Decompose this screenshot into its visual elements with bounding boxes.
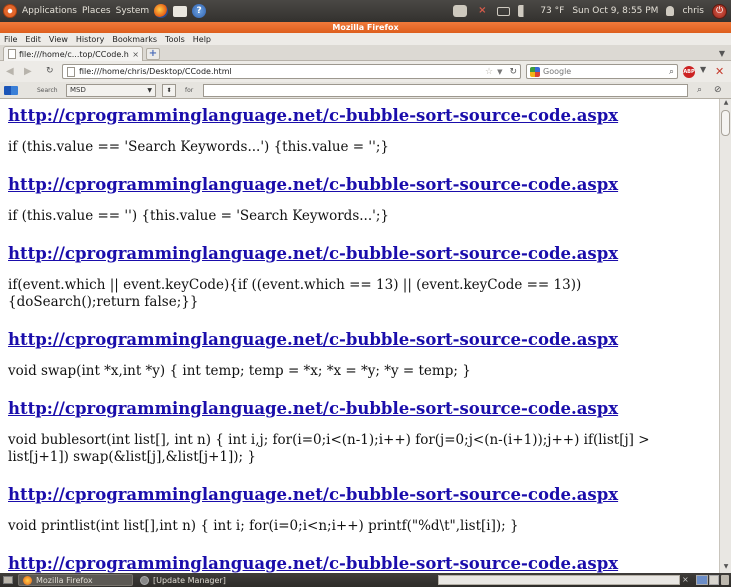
- mail-launcher-icon[interactable]: [173, 5, 188, 17]
- scroll-down-arrow-icon[interactable]: ▼: [721, 563, 731, 573]
- menu-history[interactable]: History: [76, 35, 104, 44]
- taskbar-item-label: [Update Manager]: [153, 575, 226, 585]
- msdn-search-toolbar: Search MSD ▼ ⬍ for ⌕ ⊘: [0, 82, 731, 99]
- network-disconnected-icon[interactable]: ×: [475, 5, 489, 17]
- bookmark-star-icon[interactable]: ☆: [485, 67, 493, 77]
- places-menu[interactable]: Places: [82, 6, 111, 16]
- trash-icon[interactable]: [721, 575, 729, 585]
- search-label: Search: [37, 87, 58, 94]
- code-snippet: if (this.value == 'Search Keywords...') …: [8, 139, 389, 155]
- code-snippet: void bublesort(int list[], int n) { int …: [8, 432, 654, 465]
- tab-title: file:///home/c...top/CCode.html: [19, 49, 129, 59]
- search-engine-icon[interactable]: [530, 66, 540, 77]
- source-select[interactable]: MSD ▼: [66, 84, 156, 97]
- code-snippet: void printlist(int list[],int n) { int i…: [8, 518, 519, 534]
- page-content: http://cprogramminglanguage.net/c-bubble…: [0, 99, 719, 573]
- system-menu[interactable]: System: [116, 6, 150, 16]
- page-icon: [67, 66, 75, 77]
- volume-icon[interactable]: [518, 5, 533, 17]
- query-input[interactable]: [203, 84, 688, 97]
- adblock-icon[interactable]: ABP: [683, 66, 695, 78]
- menu-bar: File Edit View History Bookmarks Tools H…: [0, 33, 731, 45]
- menu-tools[interactable]: Tools: [165, 35, 185, 44]
- code-snippet: if(event.which || event.keyCode){if ((ev…: [8, 277, 586, 310]
- help-launcher-icon[interactable]: ?: [192, 4, 207, 18]
- chevron-down-icon: ▼: [147, 87, 152, 94]
- clock[interactable]: Sun Oct 9, 8:55 PM: [572, 6, 658, 16]
- window-title: Mozilla Firefox: [0, 22, 731, 33]
- workspace-1[interactable]: [696, 575, 708, 585]
- search-icon[interactable]: ⌕: [669, 67, 674, 77]
- go-reload-icon[interactable]: ↻: [509, 67, 517, 77]
- mail-indicator-icon[interactable]: [497, 6, 511, 16]
- toolbar-clear-icon[interactable]: ⊘: [714, 85, 722, 95]
- new-tab-button[interactable]: +: [146, 48, 160, 60]
- tab-strip: file:///home/c...top/CCode.html × + ▼: [0, 45, 731, 61]
- code-snippet: if (this.value == '') {this.value = 'Sea…: [8, 208, 389, 224]
- show-desktop-icon[interactable]: [3, 576, 13, 584]
- update-manager-icon: [140, 575, 149, 585]
- tab-ccode[interactable]: file:///home/c...top/CCode.html ×: [3, 46, 143, 61]
- top-panel: Applications Places System ? × 73 °F Sun…: [0, 0, 731, 22]
- scroll-thumb[interactable]: [721, 110, 730, 136]
- for-label: for: [185, 87, 194, 94]
- abp-menu-chevron-down-icon[interactable]: ▼: [700, 65, 706, 74]
- page-link[interactable]: http://cprogramminglanguage.net/c-bubble…: [8, 329, 719, 350]
- source-select-value: MSD: [70, 86, 86, 94]
- menu-view[interactable]: View: [49, 35, 68, 44]
- menu-help[interactable]: Help: [193, 35, 211, 44]
- menu-file[interactable]: File: [4, 35, 17, 44]
- forward-arrow-icon[interactable]: ▶: [24, 66, 32, 77]
- scroll-up-arrow-icon[interactable]: ▲: [721, 99, 731, 109]
- page-link[interactable]: http://cprogramminglanguage.net/c-bubble…: [8, 174, 719, 195]
- source-spinner[interactable]: ⬍: [162, 84, 176, 97]
- page-body: http://cprogramminglanguage.net/c-bubble…: [0, 99, 719, 573]
- briefcase-icon[interactable]: [453, 5, 468, 17]
- web-search-box[interactable]: ⌕: [526, 64, 678, 79]
- stop-icon[interactable]: ✕: [715, 65, 724, 78]
- url-text[interactable]: file:///home/chris/Desktop/CCode.html: [79, 67, 481, 76]
- applications-menu[interactable]: Applications: [22, 6, 77, 16]
- close-icon[interactable]: ×: [682, 575, 692, 585]
- workspace-2[interactable]: [709, 575, 719, 585]
- vertical-scrollbar[interactable]: ▲ ▼: [719, 99, 731, 573]
- page-link[interactable]: http://cprogramminglanguage.net/c-bubble…: [8, 398, 719, 419]
- menu-edit[interactable]: Edit: [25, 35, 41, 44]
- tab-list-chevron-down-icon[interactable]: ▼: [719, 49, 725, 58]
- toolbar-search-icon[interactable]: ⌕: [697, 85, 702, 95]
- url-bar[interactable]: file:///home/chris/Desktop/CCode.html ☆ …: [62, 64, 521, 79]
- firefox-icon: [23, 575, 32, 585]
- power-button[interactable]: ⏻: [712, 3, 727, 19]
- page-link[interactable]: http://cprogramminglanguage.net/c-bubble…: [8, 553, 719, 573]
- menu-bookmarks[interactable]: Bookmarks: [112, 35, 157, 44]
- ubuntu-logo-icon[interactable]: [3, 4, 17, 18]
- navigation-toolbar: ◀ ▶ ↻ file:///home/chris/Desktop/CCode.h…: [0, 61, 731, 82]
- tab-close-icon[interactable]: ×: [132, 50, 139, 59]
- firefox-launcher-icon[interactable]: [154, 4, 169, 18]
- page-link[interactable]: http://cprogramminglanguage.net/c-bubble…: [8, 484, 719, 505]
- taskbar-item-update-manager[interactable]: [Update Manager]: [136, 574, 286, 586]
- taskbar-empty-area: [438, 575, 680, 585]
- page-link[interactable]: http://cprogramminglanguage.net/c-bubble…: [8, 243, 719, 264]
- notification-area: × 73 °F Sun Oct 9, 8:55 PM chris ⏻: [453, 3, 731, 19]
- url-history-chevron-down-icon[interactable]: ▼: [497, 68, 502, 76]
- back-arrow-icon[interactable]: ◀: [6, 66, 14, 77]
- reload-icon[interactable]: ↻: [46, 66, 54, 76]
- code-snippet: void swap(int *x,int *y) { int temp; tem…: [8, 363, 471, 379]
- page-link[interactable]: http://cprogramminglanguage.net/c-bubble…: [8, 105, 719, 126]
- weather-readout[interactable]: 73 °F: [540, 6, 564, 16]
- web-search-input[interactable]: [543, 67, 666, 76]
- page-icon: [8, 49, 16, 59]
- taskbar-item-firefox[interactable]: Mozilla Firefox: [18, 574, 133, 586]
- bottom-panel: Mozilla Firefox [Update Manager] ×: [0, 573, 731, 587]
- user-icon: [666, 6, 675, 16]
- user-name[interactable]: chris: [682, 6, 704, 16]
- taskbar-item-label: Mozilla Firefox: [36, 575, 93, 585]
- msdn-logo-icon: [4, 86, 18, 95]
